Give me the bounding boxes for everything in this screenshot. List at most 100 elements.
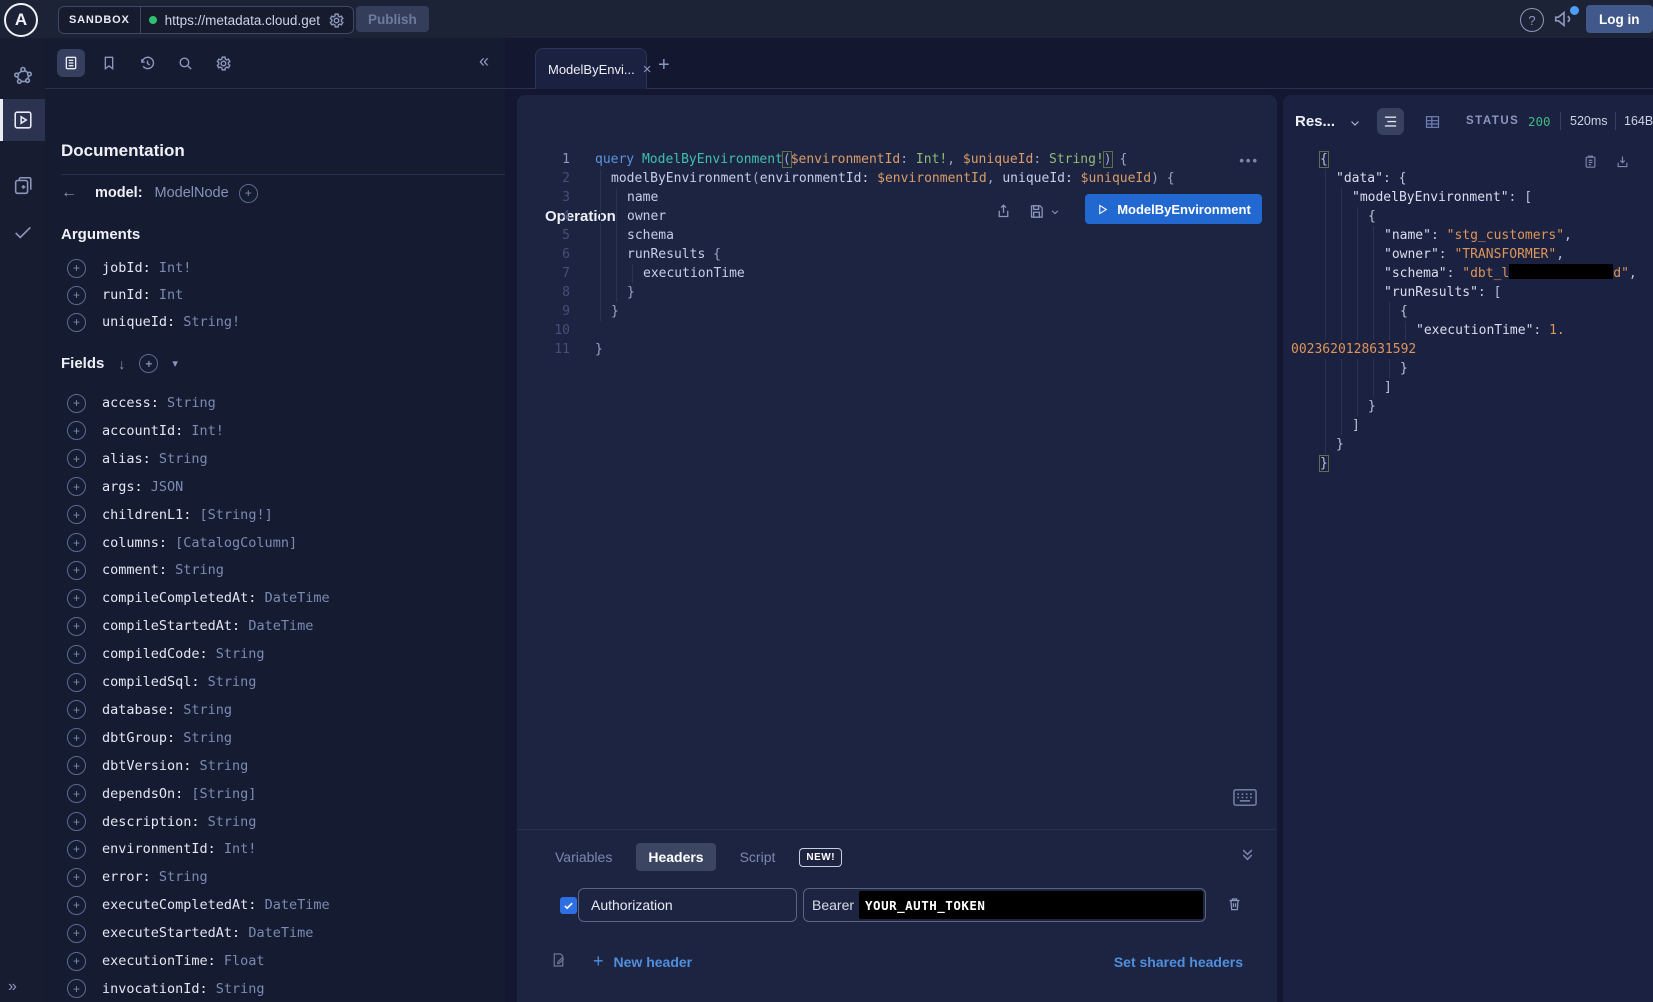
indent-guide — [600, 169, 601, 188]
line-number: 7 — [517, 264, 570, 283]
json-line: { — [1283, 207, 1653, 226]
request-tab-variables[interactable]: Variables — [545, 843, 622, 871]
add-to-operation-button[interactable]: + — [67, 673, 86, 692]
code-line: 1query ModelByEnvironment($environmentId… — [517, 150, 1277, 169]
indent-guide — [1357, 321, 1358, 340]
table-view-button[interactable] — [1419, 108, 1446, 135]
shared-headers-link[interactable]: Set shared headers — [1114, 954, 1243, 970]
new-tab-button[interactable]: + — [658, 54, 670, 77]
add-to-operation-button[interactable]: + — [67, 561, 86, 580]
add-to-operation-button[interactable]: + — [67, 700, 86, 719]
schema-nav-icon[interactable] — [0, 55, 45, 95]
back-arrow-icon[interactable]: ← — [61, 184, 85, 202]
header-value-input[interactable]: Bearer YOUR_AUTH_TOKEN — [803, 888, 1206, 922]
response-json[interactable]: {"data": {"modelByEnvironment": [{"name"… — [1283, 150, 1653, 473]
indent-guide — [1325, 302, 1326, 321]
add-to-operation-button[interactable]: + — [67, 477, 86, 496]
code-content: modelByEnvironment(environmentId: $envir… — [595, 169, 1277, 188]
field-row: +executeCompletedAt: DateTime — [67, 895, 330, 915]
indent-guide — [1325, 378, 1326, 397]
json-line: "modelByEnvironment": [ — [1283, 188, 1653, 207]
add-all-fields-button[interactable]: + — [139, 354, 158, 373]
add-to-operation-button[interactable]: + — [67, 868, 86, 887]
add-to-operation-button[interactable]: + — [67, 896, 86, 915]
indent-guide — [1341, 416, 1342, 435]
add-to-operation-button[interactable]: + — [67, 840, 86, 859]
add-to-operation-button[interactable]: + — [67, 505, 86, 524]
add-to-operation-button[interactable]: + — [67, 589, 86, 608]
notification-dot — [1570, 6, 1579, 15]
add-to-operation-button[interactable]: + — [67, 259, 86, 278]
add-to-operation-button[interactable]: + — [67, 449, 86, 468]
add-to-operation-button[interactable]: + — [67, 812, 86, 831]
checks-nav-icon[interactable] — [0, 212, 45, 252]
code-line: 5schema — [517, 226, 1277, 245]
endpoint-settings-gear-icon[interactable] — [328, 12, 345, 29]
request-tab-headers[interactable]: Headers — [636, 843, 715, 871]
response-title: Res... — [1295, 113, 1335, 130]
add-to-operation-button[interactable]: + — [67, 952, 86, 971]
announcements-megaphone-icon[interactable] — [1552, 8, 1578, 32]
add-type-button[interactable]: + — [239, 184, 258, 203]
keyboard-shortcuts-icon[interactable] — [1233, 789, 1257, 806]
explorer-nav-icon[interactable] — [0, 99, 45, 141]
indent-guide — [1357, 397, 1358, 416]
breadcrumb: ← model: ModelNode + — [61, 183, 258, 203]
documentation-tab-icon[interactable] — [57, 49, 85, 77]
operation-collections-nav-icon[interactable] — [0, 166, 45, 206]
delete-header-button[interactable] — [1226, 895, 1243, 913]
search-icon[interactable] — [171, 49, 199, 77]
header-enabled-checkbox[interactable] — [560, 897, 577, 914]
collapse-docs-icon[interactable]: « — [479, 51, 489, 72]
field-row: +dbtVersion: String — [67, 756, 248, 776]
graphql-editor[interactable]: 1query ModelByEnvironment($environmentId… — [517, 150, 1277, 359]
login-button[interactable]: Log in — [1586, 5, 1653, 33]
tab-close-icon[interactable]: × — [643, 61, 652, 78]
argument-row: +jobId: Int! — [67, 258, 191, 278]
add-to-operation-button[interactable]: + — [67, 756, 86, 775]
response-dropdown-chevron-icon[interactable] — [1349, 117, 1361, 129]
endpoint-url-field[interactable]: https://metadata.cloud.get — [141, 7, 353, 33]
add-to-operation-button[interactable]: + — [67, 728, 86, 747]
add-to-operation-button[interactable]: + — [67, 533, 86, 552]
add-to-operation-button[interactable]: + — [67, 617, 86, 636]
field-row: +compileStartedAt: DateTime — [67, 616, 313, 636]
publish-button[interactable]: Publish — [356, 6, 429, 32]
add-to-operation-button[interactable]: + — [67, 286, 86, 305]
add-to-operation-button[interactable]: + — [67, 924, 86, 943]
indent-guide — [1325, 435, 1326, 454]
collapse-request-panel-icon[interactable] — [1240, 847, 1255, 863]
field-row: +database: String — [67, 700, 232, 720]
chevron-down-icon[interactable]: ▾ — [172, 357, 178, 370]
breadcrumb-type[interactable]: ModelNode — [155, 185, 229, 201]
request-tab-script[interactable]: Script — [730, 843, 786, 871]
operation-tab[interactable]: ModelByEnvi... × — [535, 48, 647, 89]
expand-rail-icon[interactable]: » — [8, 978, 15, 996]
sort-fields-icon[interactable]: ↓ — [118, 356, 125, 372]
indent-guide — [1325, 226, 1326, 245]
add-to-operation-button[interactable]: + — [67, 313, 86, 332]
add-to-operation-button[interactable]: + — [67, 645, 86, 664]
settings-gear-icon[interactable] — [209, 49, 237, 77]
field-row: +alias: String — [67, 449, 208, 469]
edit-document-icon[interactable] — [550, 951, 567, 969]
header-name-input[interactable] — [578, 888, 797, 922]
status-code: 200 — [1528, 114, 1551, 129]
apollo-logo-icon[interactable]: A — [4, 3, 38, 37]
new-header-button[interactable]: + New header — [593, 951, 692, 972]
bookmark-icon[interactable] — [95, 49, 123, 77]
add-to-operation-button[interactable]: + — [67, 421, 86, 440]
json-line: "data": { — [1283, 169, 1653, 188]
formatted-view-button[interactable] — [1377, 108, 1404, 135]
history-icon[interactable] — [133, 49, 161, 77]
field-name: compileStartedAt: — [102, 618, 248, 634]
indent-guide — [1357, 207, 1358, 226]
breadcrumb-label: model: — [95, 185, 143, 201]
help-icon[interactable]: ? — [1520, 8, 1544, 32]
code-content: query ModelByEnvironment($environmentId:… — [595, 150, 1277, 169]
add-to-operation-button[interactable]: + — [67, 784, 86, 803]
sandbox-badge[interactable]: SANDBOX — [59, 7, 141, 33]
response-duration: 520ms — [1570, 114, 1608, 128]
add-to-operation-button[interactable]: + — [67, 394, 86, 413]
add-to-operation-button[interactable]: + — [67, 979, 86, 998]
